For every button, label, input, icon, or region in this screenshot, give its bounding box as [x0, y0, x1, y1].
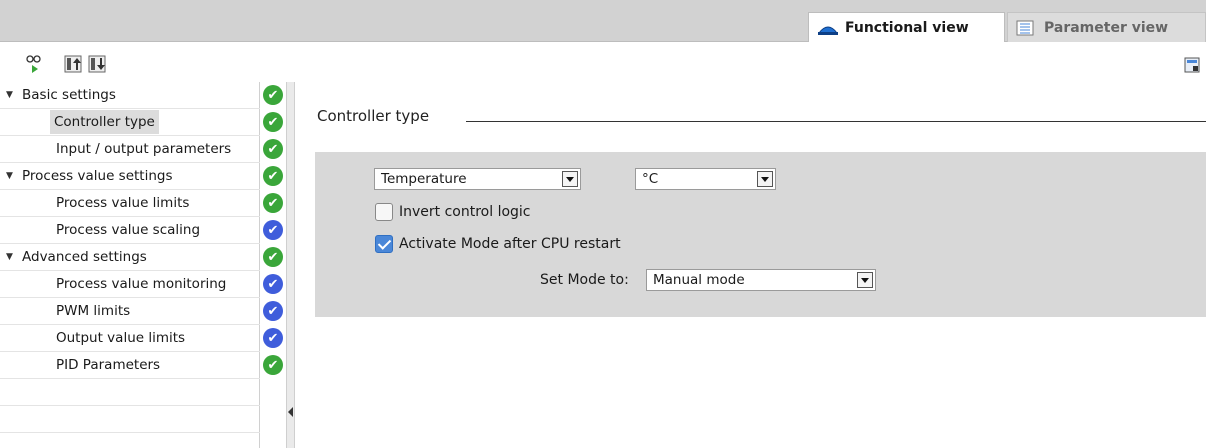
- controller-type-select[interactable]: Temperature: [374, 168, 581, 190]
- toolbar: [0, 43, 1206, 81]
- browse-icon[interactable]: [26, 55, 44, 73]
- activate-mode-label: Activate Mode after CPU restart: [399, 236, 621, 252]
- status-column: ✔ ✔ ✔ ✔ ✔ ✔ ✔ ✔ ✔ ✔ ✔: [260, 82, 288, 448]
- chevron-down-icon[interactable]: [757, 171, 773, 187]
- status-default-icon: ✔: [263, 328, 283, 348]
- tree-item-label: Basic settings: [22, 87, 116, 103]
- status-default-icon: ✔: [263, 301, 283, 321]
- controller-type-value: Temperature: [381, 171, 467, 187]
- tree-item-process-value-settings[interactable]: ▼ Process value settings: [0, 163, 260, 190]
- expand-icon[interactable]: [88, 55, 106, 73]
- status-ok-icon: ✔: [263, 139, 283, 159]
- tab-parameter-view[interactable]: Parameter view: [1007, 12, 1206, 42]
- tree-item-label: Process value monitoring: [56, 276, 227, 292]
- tree-empty-row: [0, 406, 260, 433]
- tree-item-label: PWM limits: [56, 303, 131, 319]
- tree-item-label: Output value limits: [56, 330, 186, 346]
- panel-layout-icon[interactable]: [1184, 57, 1200, 73]
- unit-value: °C: [642, 171, 659, 187]
- view-tab-bar: Functional view Parameter view: [0, 0, 1206, 42]
- tree-item-label: Process value scaling: [56, 222, 201, 238]
- status-default-icon: ✔: [263, 220, 283, 240]
- collapse-arrow-icon[interactable]: [288, 407, 293, 417]
- tree-item-advanced-settings[interactable]: ▼ Advanced settings: [0, 244, 260, 271]
- tree-item-controller-type[interactable]: Controller type: [0, 109, 260, 136]
- activate-mode-row[interactable]: Activate Mode after CPU restart: [375, 235, 621, 253]
- tree-item-label: Process value settings: [22, 168, 173, 184]
- chevron-down-icon[interactable]: [857, 272, 873, 288]
- invert-control-logic-label: Invert control logic: [399, 204, 531, 220]
- status-ok-icon: ✔: [263, 193, 283, 213]
- tab-parameter-view-label: Parameter view: [1044, 19, 1169, 36]
- status-ok-icon: ✔: [263, 247, 283, 267]
- unit-select[interactable]: °C: [635, 168, 776, 190]
- tree-item-process-value-limits[interactable]: Process value limits: [0, 190, 260, 217]
- section-divider: [466, 121, 1206, 122]
- tree-item-process-value-monitoring[interactable]: Process value monitoring: [0, 271, 260, 298]
- status-ok-icon: ✔: [263, 355, 283, 375]
- chevron-down-icon[interactable]: [562, 171, 578, 187]
- expand-caret-icon[interactable]: ▼: [6, 90, 18, 100]
- status-default-icon: ✔: [263, 274, 283, 294]
- activate-mode-checkbox[interactable]: [375, 235, 393, 253]
- tab-functional-view[interactable]: Functional view: [808, 12, 1005, 42]
- invert-control-logic-checkbox[interactable]: [375, 203, 393, 221]
- pane-splitter[interactable]: [286, 82, 295, 448]
- status-ok-icon: ✔: [263, 166, 283, 186]
- settings-tree: ▼ Basic settings Controller type Input /…: [0, 82, 260, 448]
- tree-item-pwm-limits[interactable]: PWM limits: [0, 298, 260, 325]
- tree-item-output-value-limits[interactable]: Output value limits: [0, 325, 260, 352]
- status-ok-icon: ✔: [263, 85, 283, 105]
- parameter-view-icon: [1016, 20, 1038, 36]
- tree-item-label: Controller type: [50, 110, 159, 134]
- expand-caret-icon[interactable]: ▼: [6, 171, 18, 181]
- set-mode-select[interactable]: Manual mode: [646, 269, 876, 291]
- tree-item-label: Process value limits: [56, 195, 190, 211]
- tree-item-label: PID Parameters: [56, 357, 161, 373]
- tree-item-label: Advanced settings: [22, 249, 147, 265]
- functional-view-icon: [817, 20, 839, 36]
- tree-item-basic-settings[interactable]: ▼ Basic settings: [0, 82, 260, 109]
- tree-item-pid-parameters[interactable]: PID Parameters: [0, 352, 260, 379]
- status-ok-icon: ✔: [263, 112, 283, 132]
- set-mode-value: Manual mode: [653, 272, 745, 288]
- settings-panel: Temperature °C Invert control logic Acti…: [315, 152, 1206, 317]
- section-title: Controller type: [317, 107, 430, 125]
- tree-empty-row: [0, 379, 260, 406]
- collapse-icon[interactable]: [64, 55, 82, 73]
- set-mode-label: Set Mode to:: [540, 272, 629, 288]
- tab-functional-view-label: Functional view: [845, 19, 969, 36]
- invert-control-logic-row[interactable]: Invert control logic: [375, 203, 531, 221]
- tree-item-input-output-parameters[interactable]: Input / output parameters: [0, 136, 260, 163]
- tree-item-process-value-scaling[interactable]: Process value scaling: [0, 217, 260, 244]
- expand-caret-icon[interactable]: ▼: [6, 252, 18, 262]
- tree-item-label: Input / output parameters: [56, 141, 232, 157]
